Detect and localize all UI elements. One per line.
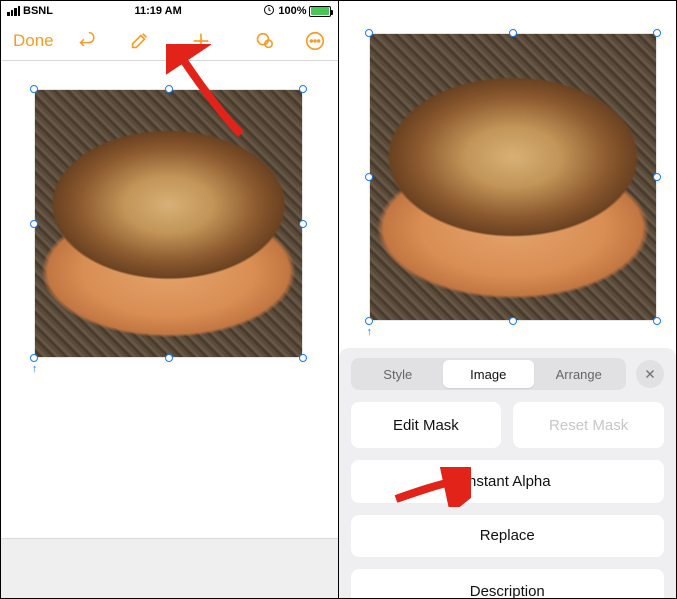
resize-handle[interactable] — [365, 173, 373, 181]
resize-handle[interactable] — [299, 85, 307, 93]
bottom-bar — [1, 538, 338, 598]
resize-handle[interactable] — [30, 85, 38, 93]
resize-handle[interactable] — [299, 220, 307, 228]
carrier-label: BSNL — [23, 5, 53, 17]
description-button[interactable]: Description — [351, 569, 665, 598]
selected-image[interactable]: ↑ — [34, 89, 303, 358]
resize-handle[interactable] — [653, 29, 661, 37]
right-screenshot: ↑ Style Image Arrange Edit Mask Reset Ma… — [339, 1, 677, 598]
anchor-marker: ↑ — [367, 326, 373, 338]
resize-handle[interactable] — [165, 85, 173, 93]
more-icon[interactable] — [304, 30, 326, 52]
resize-handle[interactable] — [30, 354, 38, 362]
close-icon — [644, 368, 656, 380]
undo-icon[interactable] — [78, 31, 98, 51]
battery-percent-label: 100% — [278, 5, 306, 17]
selected-image[interactable]: ↑ — [369, 33, 657, 321]
lock-icon — [263, 4, 275, 19]
resize-handle[interactable] — [365, 317, 373, 325]
reset-mask-button[interactable]: Reset Mask — [513, 402, 664, 448]
format-panel: Style Image Arrange Edit Mask Reset Mask… — [339, 348, 677, 598]
brush-icon[interactable] — [128, 30, 150, 52]
replace-button[interactable]: Replace — [351, 515, 665, 558]
toolbar: Done — [1, 21, 338, 61]
resize-handle[interactable] — [365, 29, 373, 37]
left-screenshot: BSNL 11:19 AM 100% Done — [1, 1, 339, 598]
add-icon[interactable] — [190, 30, 212, 52]
time-label: 11:19 AM — [135, 5, 182, 17]
format-tabs[interactable]: Style Image Arrange — [351, 358, 627, 390]
muffin-photo — [370, 34, 656, 320]
signal-icon — [7, 6, 20, 16]
resize-handle[interactable] — [299, 354, 307, 362]
tab-image[interactable]: Image — [443, 360, 534, 388]
resize-handle[interactable] — [509, 29, 517, 37]
resize-handle[interactable] — [653, 173, 661, 181]
instant-alpha-button[interactable]: Instant Alpha — [351, 460, 665, 503]
anchor-marker: ↑ — [32, 363, 38, 375]
resize-handle[interactable] — [653, 317, 661, 325]
collaborate-icon[interactable] — [252, 30, 274, 52]
tab-style[interactable]: Style — [353, 360, 444, 388]
resize-handle[interactable] — [30, 220, 38, 228]
close-panel-button[interactable] — [636, 360, 664, 388]
tab-arrange[interactable]: Arrange — [534, 360, 625, 388]
done-button[interactable]: Done — [13, 31, 54, 51]
resize-handle[interactable] — [509, 317, 517, 325]
muffin-photo — [35, 90, 302, 357]
battery-icon — [309, 6, 331, 17]
edit-mask-button[interactable]: Edit Mask — [351, 402, 502, 448]
status-bar: BSNL 11:19 AM 100% — [1, 1, 338, 21]
resize-handle[interactable] — [165, 354, 173, 362]
